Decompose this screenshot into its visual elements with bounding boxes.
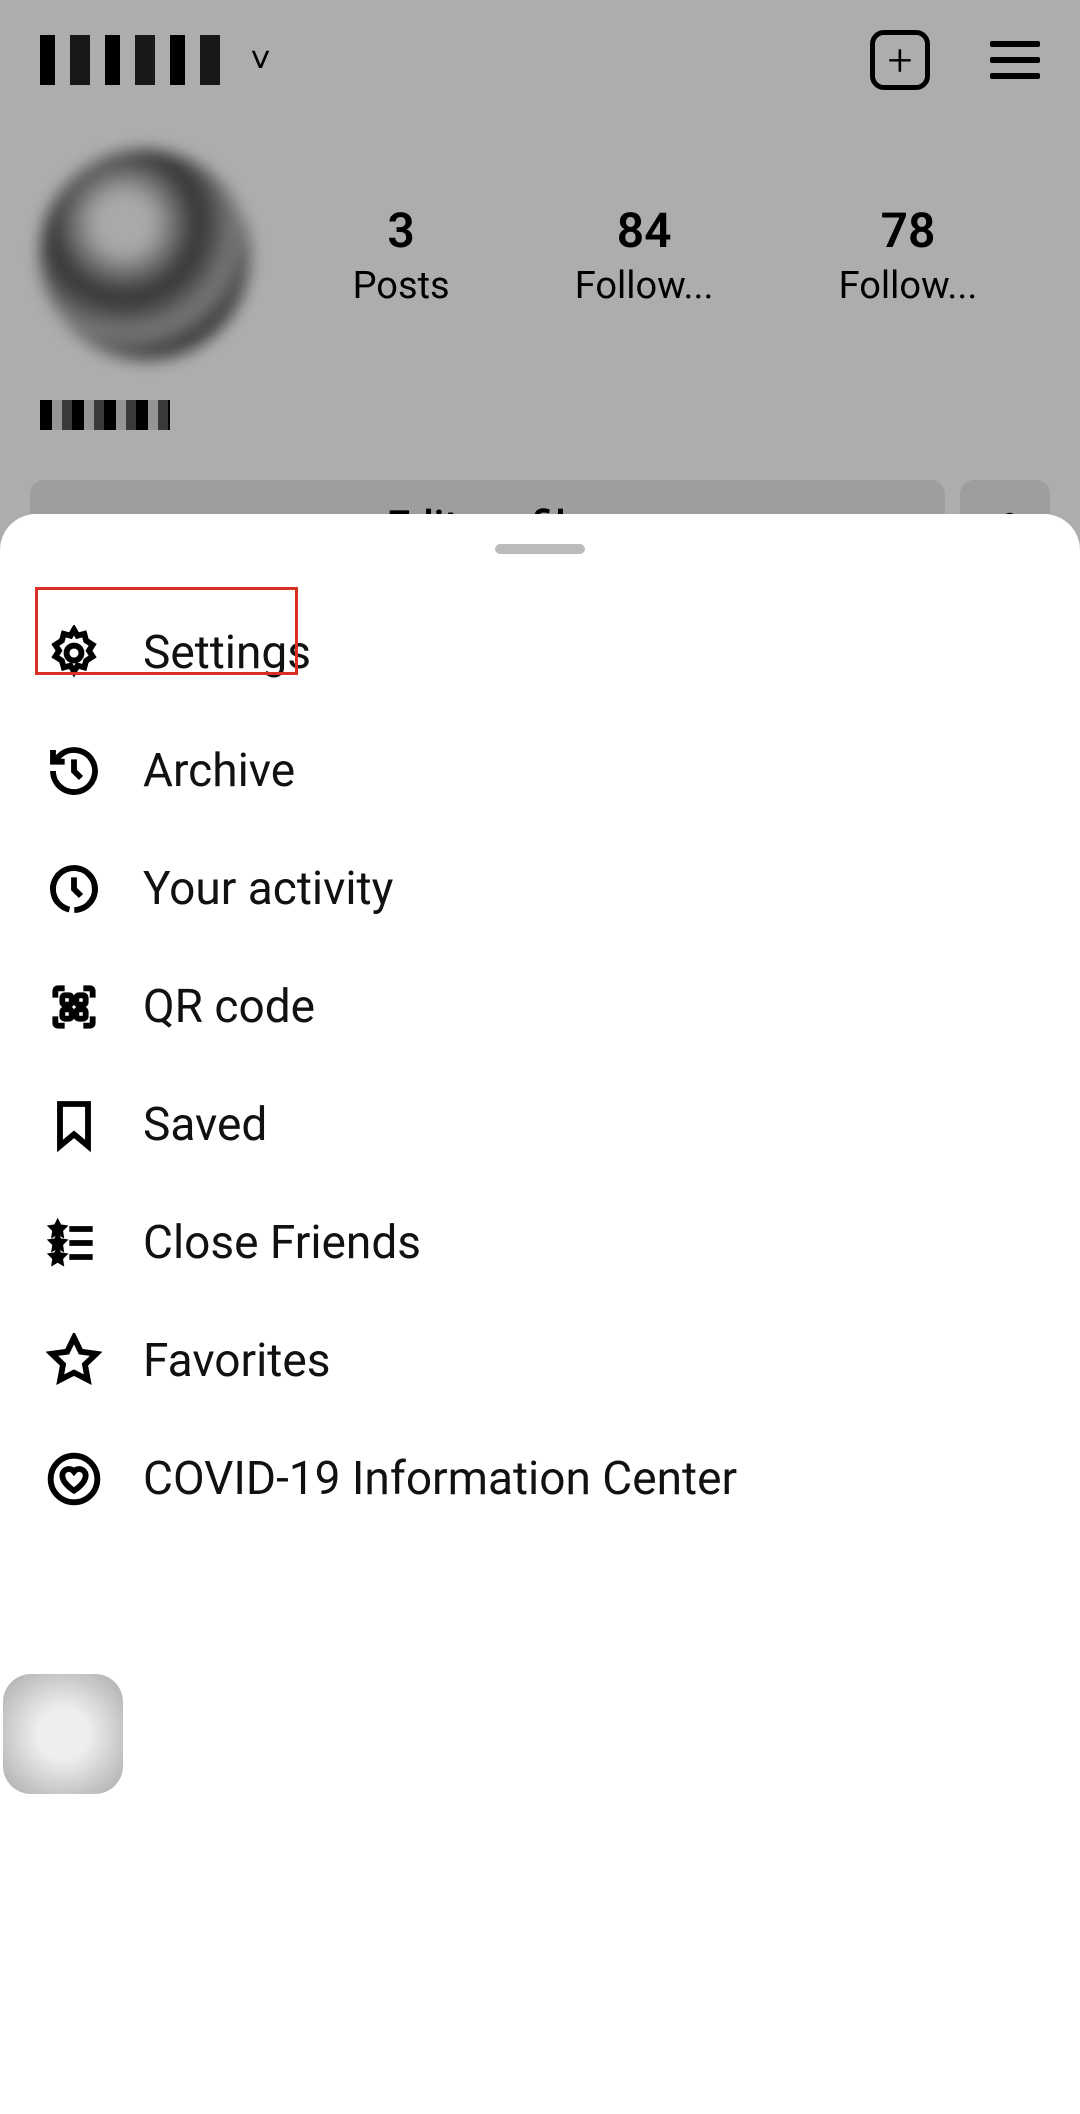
list-star-icon	[45, 1214, 103, 1272]
following-stat[interactable]: 78 Follow...	[839, 202, 978, 308]
menu-item-close-friends[interactable]: Close Friends	[0, 1184, 1080, 1302]
profile-avatar[interactable]	[40, 150, 250, 360]
create-button[interactable]: +	[870, 30, 930, 90]
menu-item-favorites[interactable]: Favorites	[0, 1302, 1080, 1420]
following-label: Follow...	[839, 264, 978, 308]
username-text-redacted	[40, 35, 230, 85]
bottom-sheet-menu: Settings Archive Your activity	[0, 514, 1080, 2114]
following-count: 78	[839, 202, 978, 259]
clock-dashed-icon	[45, 860, 103, 918]
profile-header: ˅ +	[0, 0, 1080, 120]
followers-stat[interactable]: 84 Follow...	[575, 202, 714, 308]
posts-label: Posts	[353, 264, 450, 308]
menu-label: Favorites	[143, 1334, 330, 1388]
menu-label: Your activity	[143, 862, 393, 916]
menu-item-saved[interactable]: Saved	[0, 1066, 1080, 1184]
sheet-drag-handle[interactable]	[495, 544, 585, 554]
hamburger-line	[990, 57, 1040, 63]
followers-count: 84	[575, 202, 714, 259]
hamburger-line	[990, 73, 1040, 79]
stats-row: 3 Posts 84 Follow... 78 Follow...	[290, 202, 1040, 308]
posts-count: 3	[353, 202, 450, 259]
menu-item-archive[interactable]: Archive	[0, 712, 1080, 830]
menu-label: Saved	[143, 1098, 267, 1152]
menu-item-covid-info[interactable]: COVID-19 Information Center	[0, 1420, 1080, 1538]
bookmark-icon	[45, 1096, 103, 1154]
qr-icon	[45, 978, 103, 1036]
header-actions: +	[870, 30, 1040, 90]
display-name-redacted	[40, 400, 170, 430]
menu-button[interactable]	[990, 41, 1040, 79]
star-icon	[45, 1332, 103, 1390]
menu-label: Archive	[143, 744, 295, 798]
menu-label: Settings	[143, 626, 311, 680]
heart-circle-icon	[45, 1450, 103, 1508]
menu-item-settings[interactable]: Settings	[0, 594, 1080, 712]
plus-icon: +	[888, 34, 913, 86]
menu-label: COVID-19 Information Center	[143, 1452, 737, 1506]
history-icon	[45, 742, 103, 800]
posts-stat[interactable]: 3 Posts	[353, 202, 450, 308]
profile-stats-section: 3 Posts 84 Follow... 78 Follow...	[0, 120, 1080, 390]
assistive-touch-overlay[interactable]	[3, 1674, 123, 1794]
username-dropdown[interactable]: ˅	[40, 35, 271, 85]
menu-label: QR code	[143, 980, 315, 1034]
followers-label: Follow...	[575, 264, 714, 308]
hamburger-line	[990, 41, 1040, 47]
menu-item-activity[interactable]: Your activity	[0, 830, 1080, 948]
chevron-down-icon: ˅	[250, 39, 271, 81]
gear-icon	[45, 624, 103, 682]
menu-item-qrcode[interactable]: QR code	[0, 948, 1080, 1066]
menu-label: Close Friends	[143, 1216, 421, 1270]
